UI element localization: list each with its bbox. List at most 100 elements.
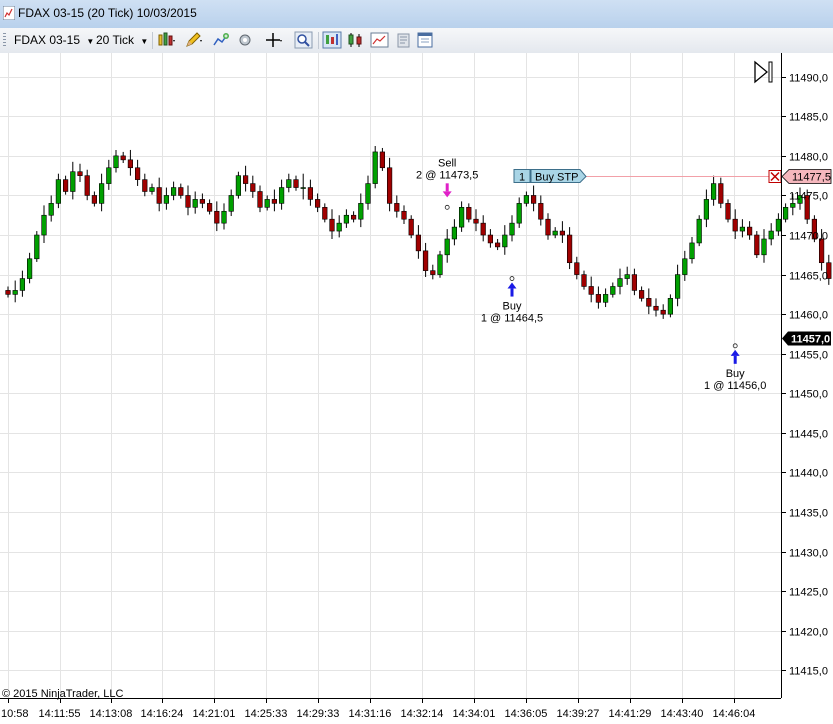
candle-body <box>754 234 760 256</box>
candle-body <box>437 254 443 275</box>
candle-body <box>70 171 76 192</box>
drawing-pencil-icon[interactable] <box>184 31 204 49</box>
candle-body <box>386 167 393 204</box>
candle-body <box>451 226 458 240</box>
execution-label: Sell <box>438 157 456 169</box>
panel-icon[interactable] <box>416 31 436 49</box>
candle-body <box>610 286 616 295</box>
order-quantity: 1 <box>519 172 525 184</box>
candle-body <box>703 199 709 220</box>
candle-body <box>350 214 357 220</box>
price-tick-label: 11455,0 <box>789 350 828 362</box>
price-tick-label: 11465,0 <box>789 271 828 283</box>
time-tick-label: 14:31:16 <box>349 708 392 720</box>
candle-body <box>509 222 515 236</box>
candle-body <box>401 210 407 220</box>
candle-body <box>458 207 465 228</box>
candle-body <box>235 175 242 196</box>
candle-body <box>775 218 781 232</box>
time-tick-label: 14:39:27 <box>557 708 600 720</box>
crosshair-icon[interactable] <box>264 31 284 49</box>
candle-body <box>574 262 580 275</box>
candle-body <box>588 286 594 295</box>
candle-body <box>379 151 386 169</box>
candle-body <box>55 179 61 204</box>
candle-body <box>192 199 198 208</box>
candle-body <box>739 226 745 232</box>
price-tick-label: 11470,0 <box>789 231 828 243</box>
candle-body <box>91 195 97 204</box>
candle-body <box>120 155 126 161</box>
candle-body <box>660 309 666 315</box>
candle-body <box>689 242 695 260</box>
strategy-icon[interactable] <box>236 31 256 49</box>
candle-body <box>682 258 688 275</box>
candle-body <box>818 238 825 264</box>
time-tick-label: 14:43:40 <box>661 708 704 720</box>
candle-body <box>19 278 26 291</box>
price-tick-label: 11480,0 <box>789 152 828 164</box>
candle-body <box>300 187 306 189</box>
toolbar-separator <box>318 32 319 49</box>
candle-body <box>768 230 774 240</box>
candle-body <box>163 195 170 204</box>
candle-body <box>674 274 681 299</box>
execution-detail: 1 @ 11464,5 <box>481 313 543 325</box>
candlestick-style-icon[interactable] <box>346 31 366 49</box>
candle-body <box>494 242 501 248</box>
candle-body <box>552 230 558 236</box>
candle-body <box>62 179 69 192</box>
candle-body <box>581 274 587 287</box>
chart-trader-icon[interactable] <box>322 31 342 49</box>
candle-body <box>746 226 753 236</box>
candle-body <box>171 187 177 196</box>
copyright-text: © 2015 NinjaTrader, LLC <box>2 688 123 700</box>
candle-body <box>710 183 717 200</box>
time-tick-label: 14:29:33 <box>297 708 340 720</box>
candle-body <box>228 195 234 212</box>
price-tick-label: 11490,0 <box>789 73 828 85</box>
time-tick-label: 14:25:33 <box>245 708 288 720</box>
price-tick-label: 11460,0 <box>789 310 828 322</box>
indicator-plus-icon[interactable] <box>212 31 232 49</box>
execution-detail: 2 @ 11473,5 <box>416 169 478 181</box>
order-price-label: 11477,5 <box>792 172 831 184</box>
price-tick-label: 11485,0 <box>789 112 828 124</box>
properties-icon[interactable] <box>394 31 414 49</box>
candle-body <box>782 207 789 220</box>
price-chart[interactable]: 1 Buy STP 11477,5 11457,0 Sell2 @ 11473,5 Bu… <box>0 53 833 724</box>
interval-selector[interactable]: 20 Tick ▼ <box>96 32 148 48</box>
time-tick-label: 10:58 <box>1 708 29 720</box>
candle-body <box>293 179 299 188</box>
pane-bar-icon <box>768 61 773 83</box>
toolbar-grip[interactable] <box>3 33 6 48</box>
time-tick-label: 14:41:29 <box>609 708 652 720</box>
candle-body <box>343 214 350 224</box>
candle-body <box>12 290 18 295</box>
candle-body <box>207 203 213 212</box>
price-tick-label: 11445,0 <box>789 429 828 441</box>
time-tick-label: 14:36:05 <box>505 708 548 720</box>
instrument-selector[interactable]: FDAX 03-15 ▼ <box>14 32 94 48</box>
candle-body <box>480 222 486 236</box>
candle-body <box>185 195 191 208</box>
time-tick-label: 14:11:55 <box>39 708 81 720</box>
bar-style-icon[interactable] <box>157 31 177 49</box>
candle-body <box>422 250 429 271</box>
candle-body <box>516 203 522 224</box>
candle-body <box>444 238 450 256</box>
candle-body <box>358 203 364 220</box>
chart-window-icon <box>3 6 15 20</box>
candle-body <box>430 270 436 275</box>
price-tick-label: 11475,0 <box>789 191 828 203</box>
time-tick-label: 14:21:01 <box>193 708 236 720</box>
candle-body <box>329 218 335 232</box>
price-tick-label: 11420,0 <box>789 627 828 639</box>
buy-arrow-icon <box>510 288 514 297</box>
chart-data-icon[interactable] <box>370 31 390 49</box>
candle-body <box>286 179 292 188</box>
execution-label: Buy <box>726 368 745 380</box>
candle-body <box>221 210 227 224</box>
candle-body <box>127 159 134 169</box>
zoom-icon[interactable] <box>294 31 314 49</box>
